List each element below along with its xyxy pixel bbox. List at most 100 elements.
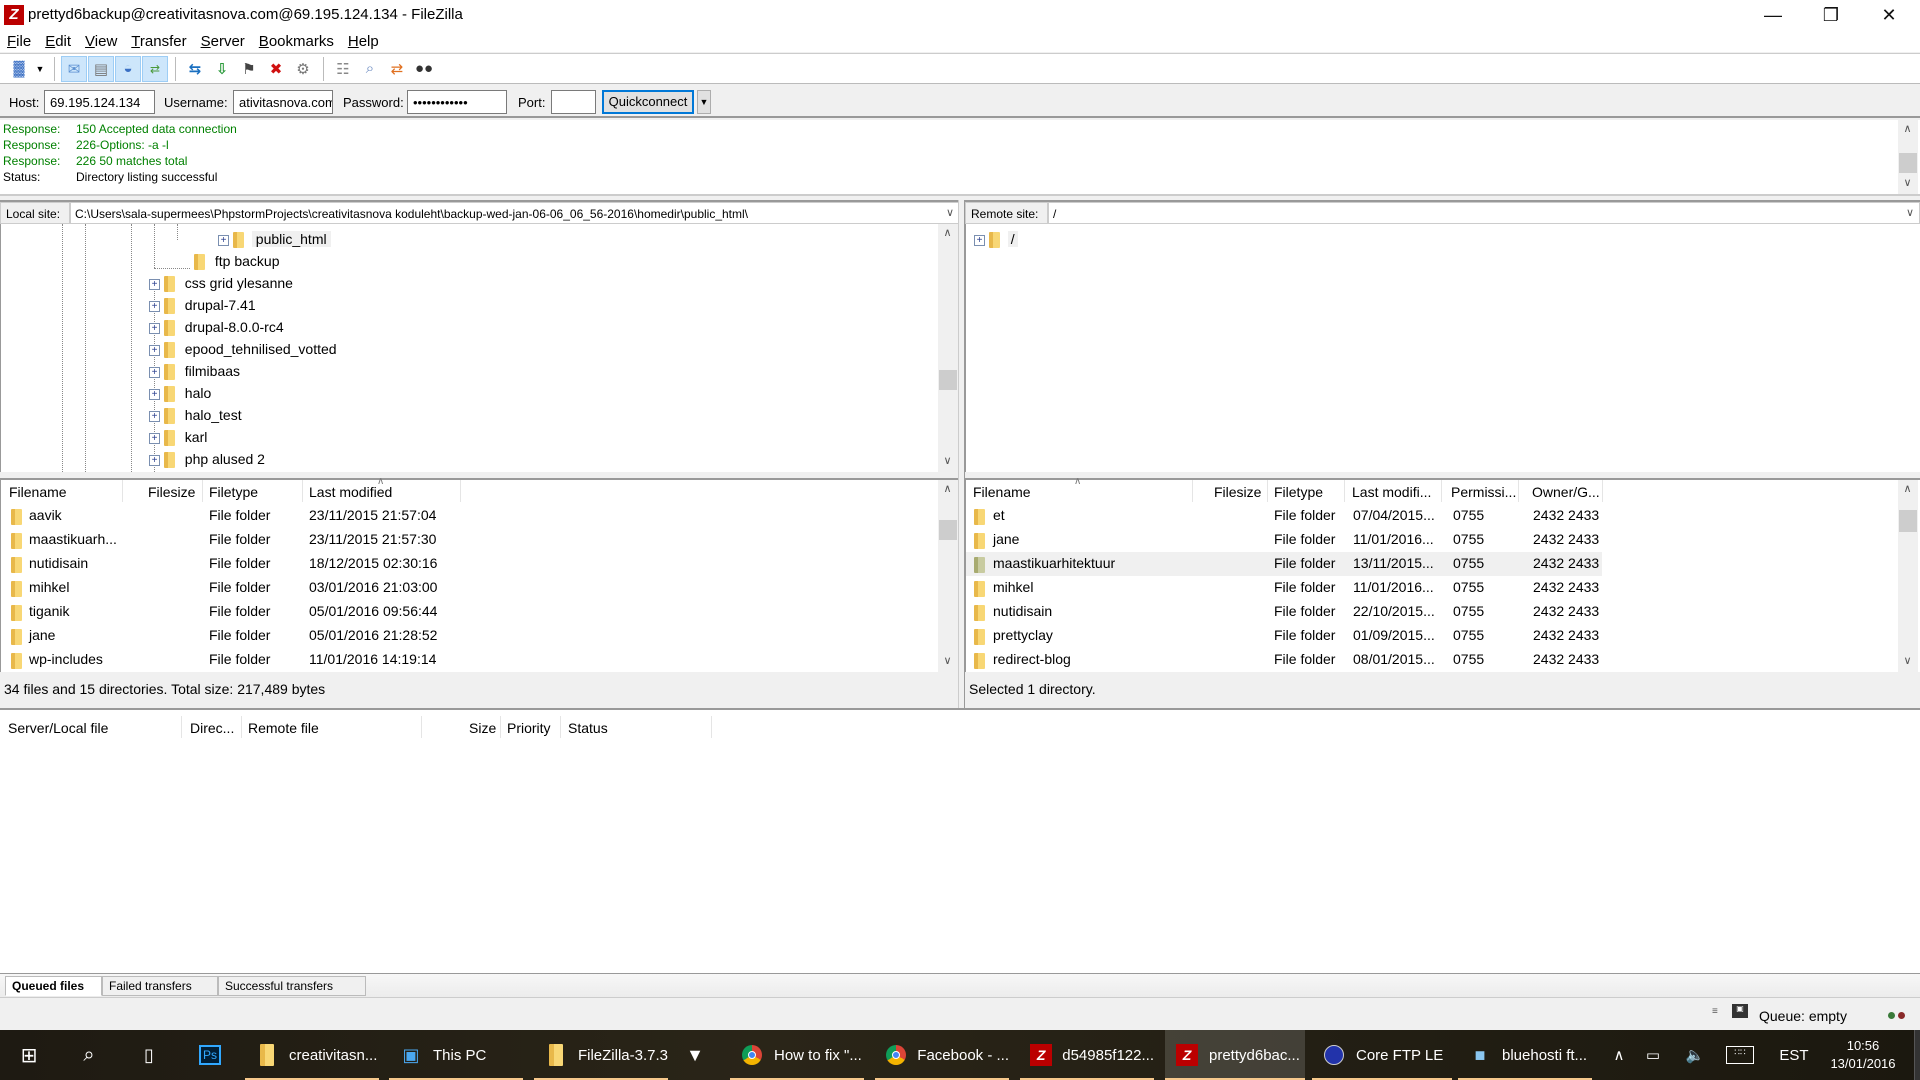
taskbar-item[interactable]: Zprettyd6bac... (1165, 1030, 1305, 1080)
column-header-last-modified[interactable]: Last modifi... (1352, 484, 1431, 500)
tree-item[interactable]: + halo (149, 382, 211, 404)
taskbar-item[interactable]: Core FTP LE (1312, 1030, 1452, 1080)
menu-view[interactable]: View (85, 33, 117, 50)
local-list-scrollbar[interactable]: ∧ ∨ (938, 480, 958, 672)
table-row[interactable]: et File folder 07/04/2015... 0755 2432 2… (966, 504, 1896, 528)
table-row[interactable]: jane File folder 11/01/2016... 0755 2432… (966, 528, 1896, 552)
refresh-button[interactable]: ⇆ (182, 56, 208, 82)
menu-help[interactable]: Help (348, 33, 379, 50)
password-input[interactable]: •••••••••••• (407, 90, 507, 114)
column-header-remote-file[interactable]: Remote file (248, 720, 319, 736)
column-header-filesize[interactable]: Filesize (1214, 484, 1261, 500)
column-separator[interactable] (1518, 480, 1519, 502)
search-remote-button[interactable]: ●● (411, 56, 437, 82)
table-row[interactable]: mihkel File folder 11/01/2016... 0755 24… (966, 576, 1896, 600)
sync-browsing-button[interactable]: ⇄ (384, 56, 410, 82)
remote-path-input[interactable]: / ∨ (1048, 202, 1920, 224)
task-view-button[interactable]: ▯ (120, 1030, 178, 1080)
column-header-size[interactable]: Size (469, 720, 496, 736)
column-separator[interactable] (241, 716, 242, 738)
username-input[interactable]: ativitasnova.com (233, 90, 333, 114)
taskbar-item[interactable]: How to fix "... (730, 1030, 864, 1080)
column-separator[interactable] (560, 716, 561, 738)
quickconnect-history-dropdown[interactable]: ▼ (697, 90, 711, 114)
taskbar-item[interactable]: Zd54985f122... (1020, 1030, 1154, 1080)
chevron-down-icon[interactable]: ∨ (1906, 206, 1914, 219)
column-separator[interactable] (202, 480, 203, 502)
column-separator[interactable] (122, 480, 123, 502)
site-manager-button[interactable]: ▓ (6, 56, 32, 82)
tree-item[interactable]: + karl (149, 426, 207, 448)
tree-item[interactable]: + halo_test (149, 404, 242, 426)
toggle-remote-tree-button[interactable]: ◒ (115, 55, 141, 82)
site-manager-dropdown[interactable]: ▼ (33, 56, 47, 82)
table-row[interactable]: redirect-blog File folder 08/01/2015... … (966, 648, 1896, 672)
tab-successful-transfers[interactable]: Successful transfers (218, 976, 366, 996)
remote-list-scrollbar[interactable]: ∧ ∨ (1898, 480, 1918, 672)
input-language[interactable]: EST (1774, 1030, 1814, 1080)
column-separator[interactable] (421, 716, 422, 738)
scroll-thumb[interactable] (1899, 510, 1917, 532)
disconnect-button[interactable]: ✖ (263, 56, 289, 82)
battery-button[interactable]: ▭ (1638, 1030, 1668, 1080)
column-header-server-local-file[interactable]: Server/Local file (8, 720, 108, 736)
expand-icon[interactable]: + (149, 410, 160, 422)
expand-icon[interactable]: + (218, 234, 229, 246)
column-header-filename[interactable]: Filename (973, 484, 1031, 500)
scroll-thumb[interactable] (1899, 153, 1917, 173)
taskbar-item[interactable]: ▼ (678, 1030, 722, 1080)
tree-item[interactable]: + public_html (218, 228, 331, 250)
expand-icon[interactable]: + (149, 344, 160, 356)
scroll-up-icon[interactable]: ∧ (1899, 482, 1916, 495)
expand-icon[interactable]: + (974, 234, 985, 246)
directory-filter-button[interactable]: ☷ (330, 56, 356, 82)
column-separator[interactable] (1344, 480, 1345, 502)
tree-item[interactable]: + css grid ylesanne (149, 272, 293, 294)
show-desktop-button[interactable] (1914, 1030, 1920, 1080)
minimize-button[interactable]: — (1744, 0, 1802, 30)
table-row[interactable]: maastikuarhitektuur File folder 13/11/20… (966, 552, 1602, 576)
scroll-up-icon[interactable]: ∧ (939, 226, 956, 239)
scroll-down-icon[interactable]: ∨ (939, 654, 956, 667)
scroll-up-icon[interactable]: ∧ (1899, 122, 1916, 135)
taskbar-item[interactable]: ■ bluehosti ft... (1458, 1030, 1592, 1080)
column-separator[interactable] (1192, 480, 1193, 502)
column-header-filetype[interactable]: Filetype (209, 484, 258, 500)
expand-icon[interactable]: + (149, 432, 160, 444)
expand-icon[interactable]: + (149, 366, 160, 378)
close-button[interactable]: ✕ (1860, 0, 1918, 30)
restore-button[interactable]: ❐ (1802, 0, 1860, 30)
table-row[interactable]: nutidisain File folder 22/10/2015... 075… (966, 600, 1896, 624)
expand-icon[interactable]: + (149, 322, 160, 334)
toggle-local-tree-button[interactable]: ▤ (88, 55, 114, 82)
menu-server[interactable]: Server (201, 33, 245, 50)
file-filter-icon[interactable]: ≡ (1712, 1006, 1718, 1017)
table-row[interactable]: aavik File folder 23/11/2015 21:57:04 (1, 504, 936, 528)
toggle-message-log-button[interactable]: ✉ (61, 55, 87, 82)
column-header-direction[interactable]: Direc... (190, 720, 234, 736)
menu-bookmarks[interactable]: Bookmarks (259, 33, 334, 50)
column-separator[interactable] (1602, 480, 1603, 502)
column-header-filename[interactable]: Filename (9, 484, 67, 500)
tree-item[interactable]: + drupal-7.41 (149, 294, 256, 316)
taskbar-photoshop[interactable]: Ps (185, 1030, 235, 1080)
port-input[interactable] (551, 90, 596, 114)
column-separator[interactable] (500, 716, 501, 738)
taskbar-item[interactable]: FileZilla-3.7.3 (534, 1030, 668, 1080)
taskbar-item[interactable]: Facebook - ... (875, 1030, 1009, 1080)
tree-item[interactable]: ftp backup (194, 250, 280, 272)
expand-icon[interactable]: + (149, 278, 160, 290)
column-separator[interactable] (460, 480, 461, 502)
log-scrollbar[interactable]: ∧ ∨ (1898, 120, 1918, 194)
scroll-down-icon[interactable]: ∨ (1899, 176, 1916, 189)
pane-splitter[interactable] (958, 200, 965, 708)
tab-queued-files[interactable]: Queued files (5, 976, 102, 996)
scroll-down-icon[interactable]: ∨ (939, 454, 956, 467)
volume-button[interactable]: 🔈 (1680, 1030, 1710, 1080)
chevron-down-icon[interactable]: ∨ (946, 206, 954, 219)
table-row[interactable]: wp-includes File folder 11/01/2016 14:19… (1, 648, 936, 672)
column-separator[interactable] (181, 716, 182, 738)
table-row[interactable]: maastikuarh... File folder 23/11/2015 21… (1, 528, 936, 552)
tree-item[interactable]: + epood_tehnilised_votted (149, 338, 337, 360)
column-header-priority[interactable]: Priority (507, 720, 551, 736)
